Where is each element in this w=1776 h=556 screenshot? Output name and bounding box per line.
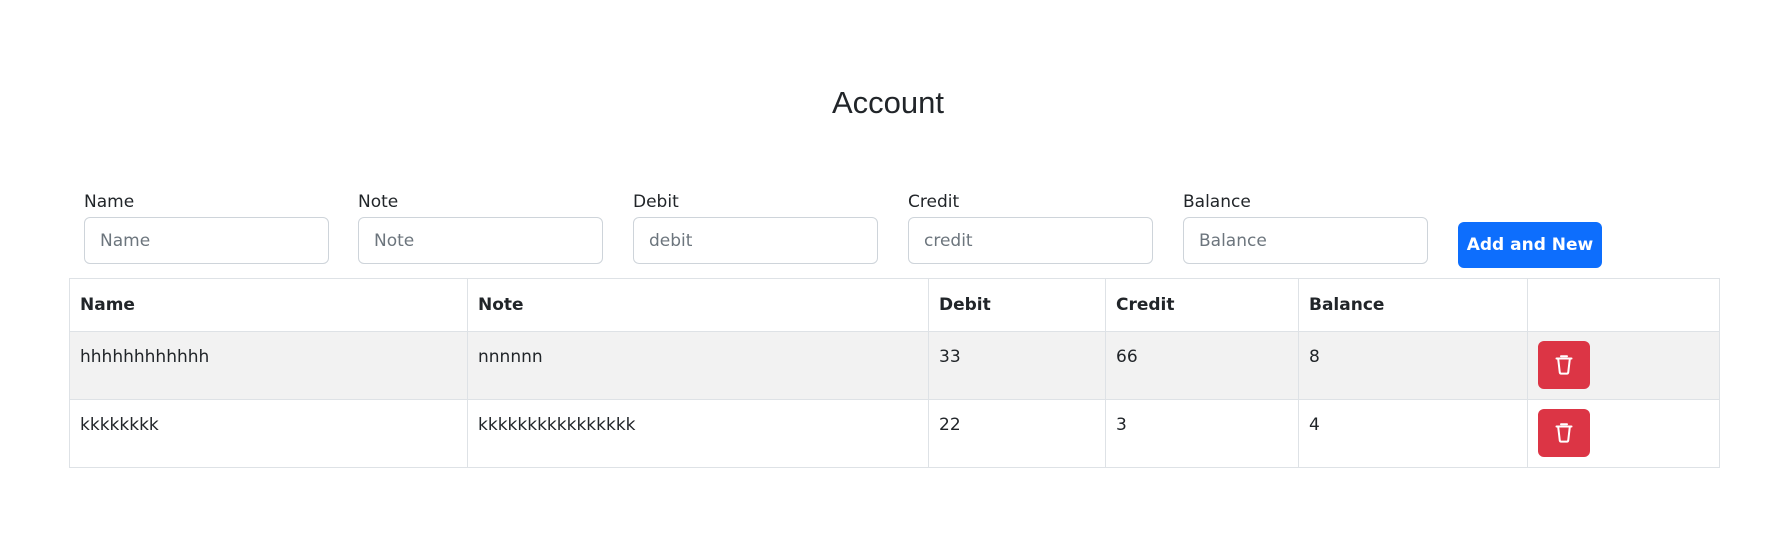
column-header-actions [1527,278,1720,332]
column-header-name: Name [69,278,468,332]
balance-field-group: Balance [1183,190,1428,264]
name-input[interactable] [84,217,329,264]
cell-credit: 66 [1105,331,1299,400]
table-row: hhhhhhhhhhhh nnnnnn 33 66 8 [69,331,1720,400]
delete-row-button[interactable] [1538,341,1590,389]
column-header-credit: Credit [1105,278,1299,332]
balance-label: Balance [1183,192,1251,212]
add-and-new-button[interactable]: Add and New [1458,222,1602,268]
column-header-balance: Balance [1298,278,1528,332]
name-field-group: Name [84,190,329,264]
page-title: Account [831,85,944,120]
cell-credit: 3 [1105,399,1299,468]
note-input[interactable] [358,217,603,264]
column-header-note: Note [467,278,929,332]
cell-name: hhhhhhhhhhhh [69,331,468,400]
trash-icon [1555,355,1573,375]
debit-label: Debit [633,192,679,212]
balance-input[interactable] [1183,217,1428,264]
trash-icon [1555,423,1573,443]
cell-debit: 33 [928,331,1106,400]
delete-row-button[interactable] [1538,409,1590,457]
cell-debit: 22 [928,399,1106,468]
cell-actions [1527,399,1720,468]
note-field-group: Note [358,190,603,264]
cell-name: kkkkkkkk [69,399,468,468]
name-label: Name [84,192,135,212]
credit-field-group: Credit [908,190,1153,264]
note-label: Note [358,192,399,212]
table-row: kkkkkkkk kkkkkkkkkkkkkkkk 22 3 4 [69,399,1720,468]
column-header-debit: Debit [928,278,1106,332]
accounts-table: Name Note Debit Credit Balance hhhhhhhhh… [69,278,1720,468]
table-header-row: Name Note Debit Credit Balance [69,278,1720,332]
cell-balance: 8 [1298,331,1528,400]
cell-balance: 4 [1298,399,1528,468]
cell-actions [1527,331,1720,400]
debit-input[interactable] [633,217,878,264]
cell-note: nnnnnn [467,331,929,400]
credit-label: Credit [908,192,960,212]
debit-field-group: Debit [633,190,878,264]
credit-input[interactable] [908,217,1153,264]
cell-note: kkkkkkkkkkkkkkkk [467,399,929,468]
